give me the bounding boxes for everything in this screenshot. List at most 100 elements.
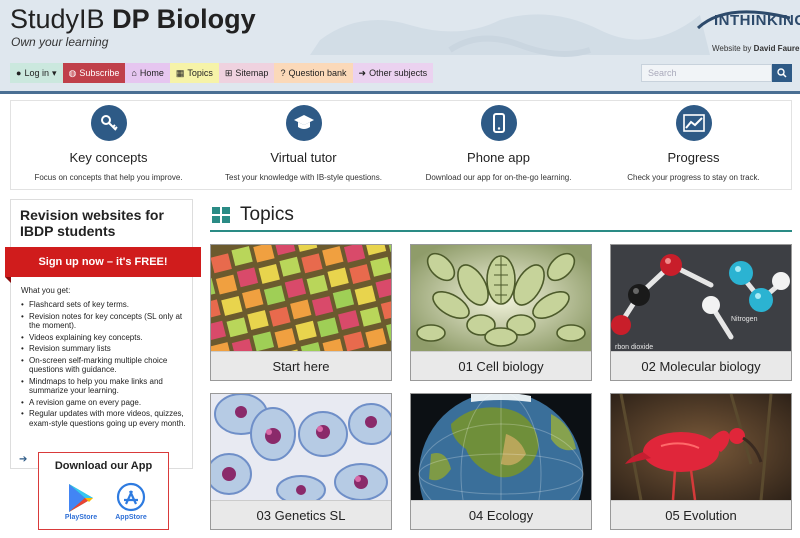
globe-image [411,394,591,500]
nav-topics[interactable]: ▦ Topics [169,63,219,83]
molecule-model-image: Nitrogen rbon dioxide [611,245,791,351]
arrow-right-icon[interactable]: ➔ [19,454,27,465]
nav-other-subjects[interactable]: ➜ Other subjects [352,63,434,83]
cells-micrograph-image [211,394,391,500]
nav-sitemap-label: Sitemap [235,68,269,78]
byline-author: David Faure [753,44,800,53]
topic-card-label: 05 Evolution [611,500,791,529]
home-icon: ⌂ [131,68,137,78]
phone-icon [480,105,517,141]
topic-card-label: 03 Genetics SL [211,500,391,529]
topic-card-ecology[interactable]: 04 Ecology [410,393,592,530]
byline-prefix: Website by [712,44,752,53]
grid-icon: ▦ [175,67,185,78]
scarlet-ibis-image [611,394,791,500]
topic-card-label: 02 Molecular biology [611,351,791,380]
feature-title: Virtual tutor [270,150,337,165]
graduation-cap-icon [285,105,322,141]
sticky-notes-image [211,245,391,351]
revision-sidebar: Revision websites for IBDP students Sign… [5,199,201,469]
list-item: On-screen self-marking multiple choice q… [21,356,189,375]
list-item: Regular updates with more videos, quizze… [21,409,189,428]
feature-desc: Focus on concepts that help you improve. [34,173,183,182]
nav-login-label: Log in [24,68,49,78]
download-app-box: Download our App PlayStore AppStore [38,452,169,530]
topics-header: Topics [212,204,294,226]
topic-card-cell-biology[interactable]: 01 Cell biology [410,244,592,381]
feature-row: Key concepts Focus on concepts that help… [10,100,792,190]
nav-sitemap[interactable]: ⊞ Sitemap [218,63,275,83]
nav-subscribe[interactable]: ◍ Subscribe [62,63,126,83]
nav-home-label: Home [139,68,164,78]
list-item: Flashcard sets of key terms. [21,300,189,310]
list-item: Revision notes for key concepts (SL only… [21,312,189,331]
app-box-title: Download our App [54,460,153,472]
question-icon: ? [280,68,286,78]
search-icon [777,68,787,78]
appstore-icon [116,482,146,512]
nav-topics-label: Topics [187,68,213,78]
feature-desc: Test your knowledge with IB-style questi… [225,173,382,182]
playstore-button[interactable]: PlayStore [59,482,103,524]
topic-card-evolution[interactable]: 05 Evolution [610,393,792,530]
topic-card-molecular-biology[interactable]: Nitrogen rbon dioxide 02 Molecular biolo… [610,244,792,381]
nav-question-bank[interactable]: ? Question bank [274,63,353,83]
topic-card-label: 01 Cell biology [411,351,591,380]
signup-button[interactable]: Sign up now – it's FREE! [5,247,201,277]
world-map-watermark [310,14,710,57]
nav-question-bank-label: Question bank [288,68,347,78]
site-title[interactable]: StudyIB DP Biology [10,4,256,35]
tagline: Own your learning [11,35,109,49]
nav-login[interactable]: ● Log in ▾ [10,63,63,83]
feature-progress[interactable]: Progress Check your progress to stay on … [596,101,791,189]
site-header: StudyIB DP Biology Own your learning INT… [0,0,800,94]
sitemap-icon: ⊞ [224,67,233,78]
feature-title: Key concepts [69,150,148,165]
feature-desc: Download our app for on-the-go learning. [425,173,572,182]
feature-title: Progress [667,150,720,165]
chart-line-icon [675,105,712,141]
byline: Website by David Faure [712,44,799,53]
topics-title: Topics [240,204,294,225]
list-item: A revision game on every page. [21,398,189,408]
list-item: Videos explaining key concepts. [21,333,189,343]
logo-text: INTHINKING [714,12,800,29]
topics-divider [210,230,792,232]
nav-subscribe-label: Subscribe [79,68,120,78]
site-title-light: StudyIB [10,4,105,34]
grid-icon [212,207,230,223]
feature-virtual-tutor[interactable]: Virtual tutor Test your knowledge with I… [206,101,401,189]
site-title-bold: DP Biology [112,4,256,34]
nav-other-subjects-label: Other subjects [369,68,428,78]
feature-key-concepts[interactable]: Key concepts Focus on concepts that help… [11,101,206,189]
appstore-label: AppStore [115,514,147,521]
feature-title: Phone app [467,150,530,165]
key-icon [90,105,127,141]
caret-down-icon: ▾ [51,67,57,78]
feature-desc: Check your progress to stay on track. [627,173,760,182]
search-input[interactable]: Search [641,64,772,82]
playstore-icon [69,484,93,512]
list-item: Mindmaps to help you make links and summ… [21,377,189,396]
topic-card-label: 04 Ecology [411,500,591,529]
user-icon: ● [16,68,22,78]
appstore-button[interactable]: AppStore [109,482,153,524]
molecule-caption-nitrogen: Nitrogen [731,316,758,323]
diatoms-image [411,245,591,351]
playstore-label: PlayStore [64,514,98,521]
globe-icon: ◍ [68,67,77,78]
benefits-label: What you get: [21,286,71,295]
main-nav: ● Log in ▾ ◍ Subscribe ⌂ Home ▦ Topics ⊞… [10,63,434,83]
molecule-caption-co2: rbon dioxide [615,344,653,351]
nav-home[interactable]: ⌂ Home [125,63,170,83]
search-button[interactable] [772,64,792,82]
benefits-list: Flashcard sets of key terms. Revision no… [21,300,189,430]
arrow-circle-icon: ➜ [358,67,367,78]
topic-card-start-here[interactable]: Start here [210,244,392,381]
topic-card-label: Start here [211,351,391,380]
list-item: Revision summary lists [21,344,189,354]
feature-phone-app[interactable]: Phone app Download our app for on-the-go… [401,101,596,189]
sidebar-heading: Revision websites for IBDP students [20,207,164,239]
topic-card-genetics-sl[interactable]: 03 Genetics SL [210,393,392,530]
ribbon-fold [5,277,11,283]
